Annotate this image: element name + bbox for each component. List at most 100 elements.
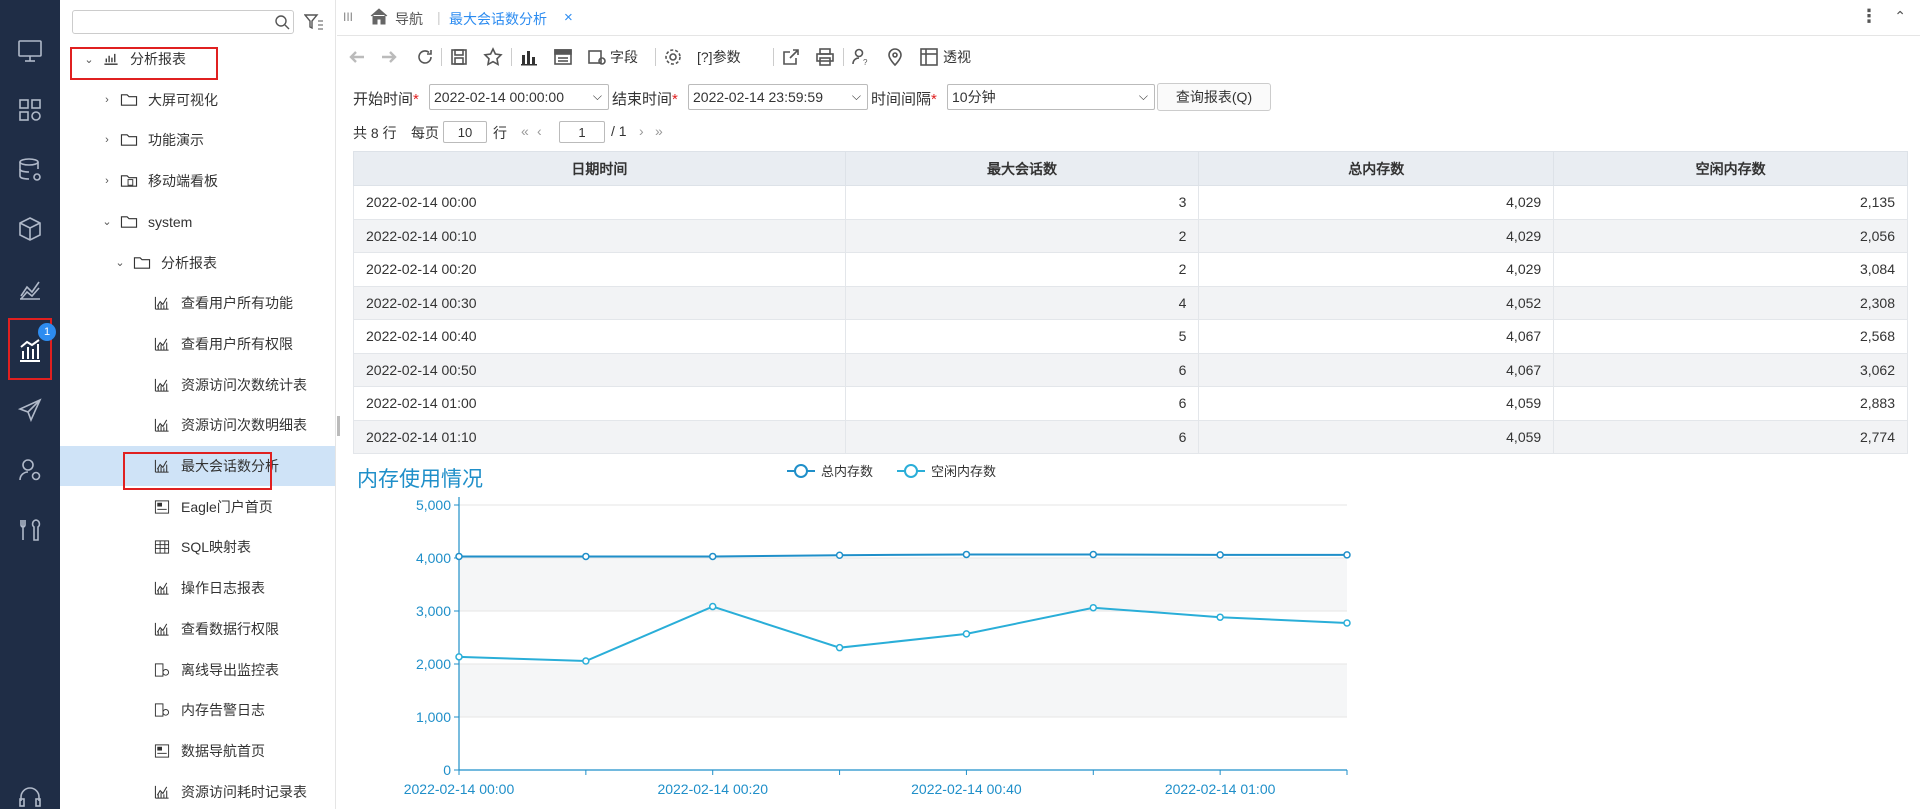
bar-chart-icon[interactable] <box>519 46 539 68</box>
tree-item[interactable]: SQL映射表 <box>133 527 251 567</box>
tree-item[interactable]: 资源访问耗时记录表 <box>133 772 307 809</box>
start-time-select[interactable]: 2022-02-14 00:00:00 ⌵ <box>429 84 609 110</box>
tree-item[interactable]: 资源访问次数统计表 <box>133 365 307 405</box>
location-pin-icon[interactable] <box>885 46 905 68</box>
tab-close-icon[interactable]: × <box>564 9 573 26</box>
home-icon[interactable] <box>369 7 389 25</box>
column-header[interactable]: 日期时间 <box>353 151 846 186</box>
more-options-icon[interactable]: ⋮ <box>1860 6 1878 27</box>
first-page-icon[interactable]: « <box>521 123 529 139</box>
table-row[interactable]: 2022-02-14 00:30 4 4,052 2,308 <box>353 285 1908 320</box>
chevron-down-icon[interactable]: ⌄ <box>113 256 127 269</box>
table-layout-icon[interactable] <box>553 46 573 68</box>
table-row[interactable]: 2022-02-14 01:10 6 4,059 2,774 <box>353 419 1908 454</box>
search-icon[interactable] <box>274 14 290 30</box>
chevron-down-icon: ⌵ <box>851 89 861 103</box>
tree-item[interactable]: 查看用户所有功能 <box>133 283 293 323</box>
chevron-down-icon[interactable]: ⌄ <box>100 215 114 228</box>
filter-icon[interactable] <box>304 13 324 31</box>
column-header[interactable]: 最大会话数 <box>844 151 1200 186</box>
tree-item[interactable]: 查看用户所有权限 <box>133 324 293 364</box>
chevron-right-icon[interactable]: › <box>100 94 114 106</box>
pivot-button[interactable]: 透视 <box>919 46 971 68</box>
table-cell: 2022-02-14 00:30 <box>353 285 846 320</box>
user-settings-icon[interactable] <box>15 455 45 485</box>
page-input[interactable]: 1 <box>559 121 605 143</box>
table-cell: 2,135 <box>1553 185 1908 220</box>
collapse-icon[interactable]: ⌃ <box>1894 8 1906 25</box>
tree-item[interactable]: 操作日志报表 <box>133 568 265 608</box>
tree-item[interactable]: › 移动端看板 <box>100 161 218 201</box>
end-time-label: 结束时间* <box>612 91 678 108</box>
tree-item[interactable]: 资源访问次数明细表 <box>133 405 307 445</box>
field-button[interactable]: 字段 <box>587 46 638 68</box>
user-question-icon[interactable]: ? <box>851 46 871 68</box>
tree-item[interactable]: › 大屏可视化 <box>100 80 218 120</box>
portal-icon <box>154 500 170 514</box>
tree-item[interactable]: 查看数据行权限 <box>133 609 279 649</box>
send-icon[interactable] <box>15 395 45 425</box>
folder-mobile-icon <box>120 175 138 187</box>
table-cell: 2022-02-14 00:40 <box>353 319 846 354</box>
per-page-input[interactable]: 10 <box>443 121 487 143</box>
tab-navigation[interactable]: 导航 <box>395 9 423 29</box>
chart-area-icon[interactable] <box>15 274 45 304</box>
tools-icon[interactable] <box>15 515 45 545</box>
tree-item[interactable]: ⌄ system <box>100 202 192 242</box>
column-header[interactable]: 总内存数 <box>1198 151 1555 186</box>
favorite-star-icon[interactable] <box>483 46 503 68</box>
print-icon[interactable] <box>815 46 835 68</box>
tree-item[interactable]: Eagle门户首页 <box>133 487 273 527</box>
table-cell: 4,067 <box>1198 352 1555 387</box>
tree-item[interactable]: 内存告警日志 <box>133 690 265 730</box>
table-row[interactable]: 2022-02-14 00:00 3 4,029 2,135 <box>353 185 1908 220</box>
monitor-icon[interactable] <box>15 36 45 66</box>
tab-menu-icon[interactable]: III <box>343 10 353 24</box>
tree-search-input[interactable] <box>72 10 294 34</box>
notification-badge: 1 <box>38 323 56 341</box>
refresh-icon[interactable] <box>415 46 435 68</box>
tree-item[interactable]: 数据导航首页 <box>133 731 265 771</box>
save-icon[interactable] <box>449 46 469 68</box>
forward-icon[interactable] <box>379 46 399 68</box>
table-cell: 3,062 <box>1553 352 1908 387</box>
tree-item[interactable]: › 功能演示 <box>100 120 204 160</box>
analysis-report-icon[interactable] <box>15 336 45 366</box>
chart-report-icon <box>154 419 169 432</box>
table-row[interactable]: 2022-02-14 00:20 2 4,029 3,084 <box>353 252 1908 287</box>
last-page-icon[interactable]: » <box>655 123 663 139</box>
column-header[interactable]: 空闲内存数 <box>1553 151 1908 186</box>
chevron-right-icon[interactable]: › <box>100 134 114 146</box>
toolbar-separator <box>773 48 774 66</box>
table-row[interactable]: 2022-02-14 00:50 6 4,067 3,062 <box>353 352 1908 387</box>
prev-page-icon[interactable]: ‹ <box>537 123 542 139</box>
chart-report-icon <box>154 622 169 636</box>
database-gear-icon[interactable] <box>15 155 45 185</box>
headset-icon[interactable] <box>15 782 45 812</box>
tree-item-label: 分析报表 <box>161 254 217 271</box>
settings-gear-icon[interactable] <box>663 46 683 68</box>
export-share-icon[interactable] <box>781 46 801 68</box>
per-page-label: 每页 <box>411 125 439 141</box>
chevron-right-icon[interactable]: › <box>100 175 114 187</box>
y-tick-label: 5,000 <box>416 497 451 513</box>
query-report-button[interactable]: 查询报表(Q) <box>1157 83 1271 111</box>
tree-item[interactable]: ⌄ 分析报表 <box>113 243 217 283</box>
back-icon[interactable] <box>347 46 367 68</box>
tree-item[interactable]: 离线导出监控表 <box>133 650 279 690</box>
table-row[interactable]: 2022-02-14 00:40 5 4,067 2,568 <box>353 319 1908 354</box>
folder-icon <box>120 134 138 147</box>
params-button[interactable]: [?]参数 <box>697 46 741 68</box>
tab-active-report[interactable]: 最大会话数分析 <box>449 9 547 29</box>
interval-select[interactable]: 10分钟 ⌵ <box>947 84 1155 110</box>
table-cell: 2,056 <box>1553 218 1908 253</box>
next-page-icon[interactable]: › <box>639 123 644 139</box>
table-row[interactable]: 2022-02-14 00:10 2 4,029 2,056 <box>353 218 1908 253</box>
end-time-select[interactable]: 2022-02-14 23:59:59 ⌵ <box>688 84 868 110</box>
tree-item-label: Eagle门户首页 <box>181 498 273 515</box>
table-row[interactable]: 2022-02-14 01:00 6 4,059 2,883 <box>353 386 1908 421</box>
table-cell: 3,084 <box>1553 252 1908 287</box>
chart-report-icon <box>154 581 169 595</box>
dashboard-icon[interactable] <box>15 95 45 125</box>
cube-icon[interactable] <box>15 214 45 244</box>
